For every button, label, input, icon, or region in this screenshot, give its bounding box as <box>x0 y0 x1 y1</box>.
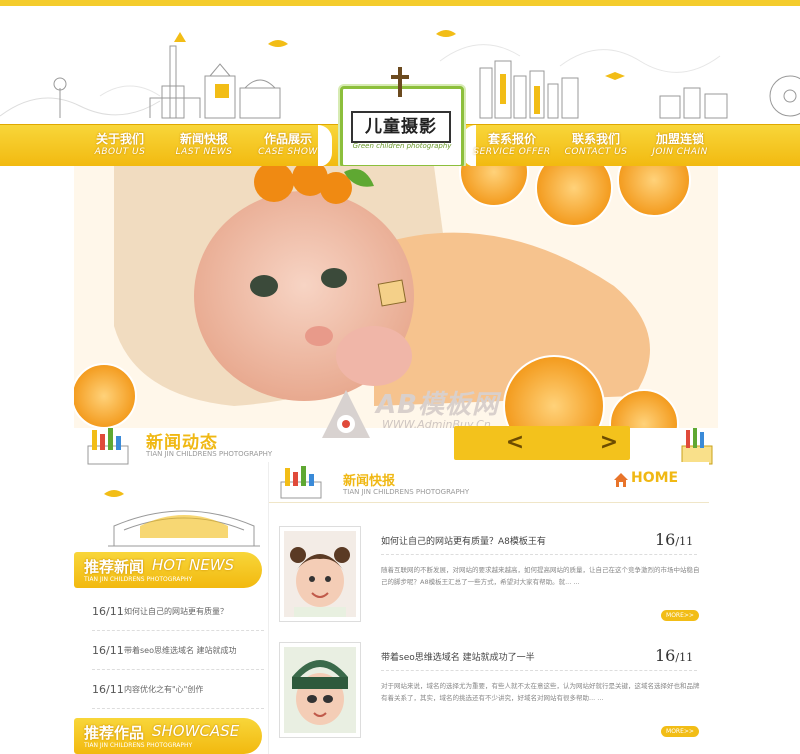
list-item-title: 如何让自己的网站更有质量？ <box>124 606 228 616</box>
nav-item-sublabel: JOIN CHAIN <box>652 147 708 157</box>
news-item: 带着seo思维选域名 建站就成功了一半 16/11 对于网站来说，域名的选择尤为… <box>279 642 701 750</box>
site-header: 关于我们 ABOUT US 新闻快报 LAST NEWS 作品展示 CASE S… <box>0 6 800 166</box>
news-item-divider <box>381 554 697 556</box>
cross-icon <box>398 67 402 97</box>
slider-controls: < > <box>454 426 630 460</box>
home-link[interactable]: HOME <box>631 470 678 486</box>
news-item-excerpt: 对于网站来说，域名的选择尤为重要，有些人就不太在意这些，认为网站好就行是关键，这… <box>381 682 700 702</box>
nav-item-label: 加盟连锁 <box>655 132 704 146</box>
more-button[interactable]: MORE>> <box>661 610 699 621</box>
hot-news-title-en: HOT NEWS <box>152 556 235 574</box>
nav-item-contact-us[interactable]: 联系我们 CONTACT US <box>554 125 638 166</box>
news-thumbnail[interactable] <box>279 642 361 738</box>
nav-item-sublabel: LAST NEWS <box>175 147 233 157</box>
left-sidebar: 推荐新闻 HOT NEWS TIAN JIN CHILDRENS PHOTOGR… <box>74 466 264 754</box>
logo-title: 儿童摄影 <box>365 117 437 137</box>
news-item-title[interactable]: 带着seo思维选域名 建站就成功了一半 <box>381 650 535 663</box>
cross-icon-bar <box>391 75 409 79</box>
showcase-title-en: SHOWCASE <box>152 722 240 740</box>
news-flash-panel: 新闻快报 TIAN JIN CHILDRENS PHOTOGRAPHY HOME <box>268 462 709 754</box>
site-logo[interactable]: 儿童摄影 Green children photography <box>340 67 464 166</box>
news-section-header: 新闻动态 TIAN JIN CHILDRENS PHOTOGRAPHY < > <box>74 426 718 466</box>
list-item[interactable]: 16/11 内容优化之有"心"创作 <box>92 670 264 709</box>
nav-item-service-offer[interactable]: 套系报价 SERVICE OFFER <box>470 125 554 166</box>
nav-item-about-us[interactable]: 关于我们 ABOUT US <box>78 125 162 166</box>
news-item-divider <box>381 670 697 672</box>
list-item-date: 16/11 <box>92 643 124 657</box>
logo-subtitle: Green children photography <box>352 142 452 150</box>
watermark-text: AB模板网 <box>376 390 499 420</box>
news-item: 如何让自己的网站更有质量？A8模板王有 16/11 随着互联网的不断发展，对网站… <box>279 526 701 634</box>
list-item-date: 16/11 <box>92 604 124 618</box>
child-photo-image <box>284 531 356 617</box>
section-subtitle: TIAN JIN CHILDRENS PHOTOGRAPHY <box>146 450 273 458</box>
news-item-month: /11 <box>675 535 694 548</box>
pencil-cup-icon <box>280 466 322 499</box>
pencil-cup-icon <box>681 428 713 465</box>
nav-left-group: 关于我们 ABOUT US 新闻快报 LAST NEWS 作品展示 CASE S… <box>78 125 330 166</box>
news-thumbnail[interactable] <box>279 526 361 622</box>
showcase-header: 推荐作品 SHOWCASE TIAN JIN CHILDRENS PHOTOGR… <box>74 718 262 754</box>
nav-item-join-chain[interactable]: 加盟连锁 JOIN CHAIN <box>638 125 722 166</box>
nav-item-label: 关于我们 <box>95 132 144 146</box>
nav-right-group: 套系报价 SERVICE OFFER 联系我们 CONTACT US 加盟连锁 … <box>470 125 722 166</box>
logo-frame: 儿童摄影 <box>351 111 451 143</box>
child-photo-image <box>284 647 356 733</box>
hot-news-title: 推荐新闻 <box>84 558 145 576</box>
home-icon <box>614 473 628 487</box>
news-flash-subtitle: TIAN JIN CHILDRENS PHOTOGRAPHY <box>343 488 470 496</box>
nav-item-sublabel: CONTACT US <box>564 147 628 157</box>
list-item[interactable]: 16/11 如何让自己的网站更有质量？ <box>92 592 264 631</box>
news-item-excerpt: 随着互联网的不断发展，对网站的要求越来越高，如何提高网站的质量，让自己在这个竞争… <box>381 566 700 586</box>
nav-item-label: 套系报价 <box>487 132 536 146</box>
next-slide-button[interactable]: > <box>594 430 624 456</box>
nav-item-label: 联系我们 <box>571 132 620 146</box>
news-item-day: 16 <box>655 530 676 549</box>
news-item-date: 16/11 <box>655 646 693 665</box>
pencil-cup-icon <box>87 428 129 465</box>
stadium-illustration <box>104 490 260 547</box>
news-item-day: 16 <box>655 646 676 665</box>
more-button[interactable]: MORE>> <box>661 726 699 737</box>
list-item-title: 带着seo思维选域名 建站就成功 <box>124 645 237 655</box>
nav-item-sublabel: ABOUT US <box>94 147 146 157</box>
news-flash-header: 新闻快报 TIAN JIN CHILDRENS PHOTOGRAPHY HOME <box>269 462 709 503</box>
list-item[interactable]: 16/11 带着seo思维选域名 建站就成功 <box>92 631 264 670</box>
news-item-date: 16/11 <box>655 530 693 549</box>
nav-item-sublabel: SERVICE OFFER <box>473 147 551 157</box>
showcase-title: 推荐作品 <box>84 724 145 742</box>
nav-item-last-news[interactable]: 新闻快报 LAST NEWS <box>162 125 246 166</box>
hot-news-header: 推荐新闻 HOT NEWS TIAN JIN CHILDRENS PHOTOGR… <box>74 552 262 588</box>
news-flash-title: 新闻快报 <box>343 474 396 489</box>
nav-cap-left <box>318 125 332 166</box>
news-item-month: /11 <box>675 651 694 664</box>
hot-news-subtitle: TIAN JIN CHILDRENS PHOTOGRAPHY <box>84 576 193 583</box>
prev-slide-button[interactable]: < <box>500 430 530 456</box>
list-item-title: 内容优化之有"心"创作 <box>124 684 204 694</box>
news-item-title[interactable]: 如何让自己的网站更有质量？A8模板王有 <box>381 534 546 547</box>
hot-news-list: 16/11 如何让自己的网站更有质量？ 16/11 带着seo思维选域名 建站就… <box>92 592 264 709</box>
showcase-subtitle: TIAN JIN CHILDRENS PHOTOGRAPHY <box>84 742 193 749</box>
list-item-date: 16/11 <box>92 682 124 696</box>
nav-item-label: 新闻快报 <box>179 132 228 146</box>
